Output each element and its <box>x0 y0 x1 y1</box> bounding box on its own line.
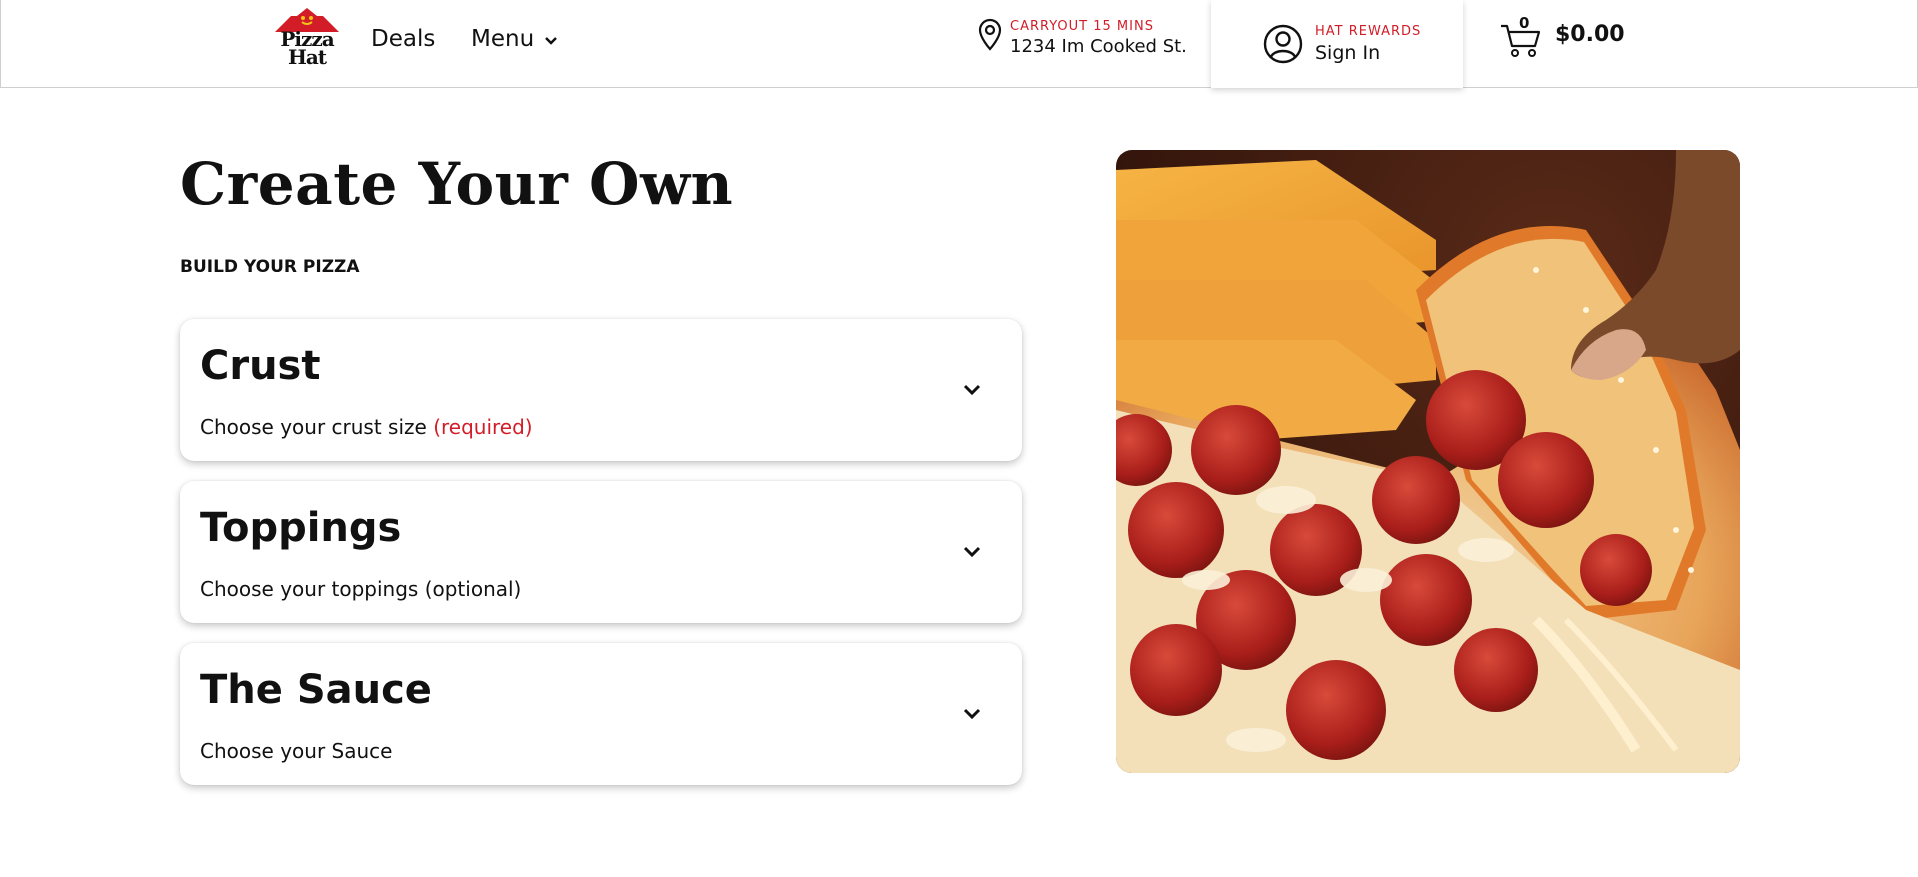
cart-total: $0.00 <box>1555 22 1625 47</box>
nav-menu-dropdown[interactable]: Menu <box>471 26 558 52</box>
crust-section-desc: Choose your crust size (required) <box>200 415 533 439</box>
location-selector[interactable]: CARRYOUT 15 MINS 1234 Im Cooked St. <box>978 18 1187 58</box>
sauce-section-title: The Sauce <box>200 667 432 713</box>
rewards-sign-in[interactable]: HAT REWARDS Sign In <box>1211 0 1463 88</box>
page-title: Create Your Own <box>180 150 734 218</box>
toppings-section-desc: Choose your toppings (optional) <box>200 577 522 601</box>
toppings-section-title: Toppings <box>200 505 402 551</box>
pepperoni-pizza-illustration <box>1116 150 1740 773</box>
required-tag: (required) <box>433 415 533 439</box>
location-pin-icon <box>978 18 1002 51</box>
page-subtitle: BUILD YOUR PIZZA <box>180 257 360 277</box>
site-header: Pizza Hat Deals Menu CARRYOUT 15 MINS 12… <box>0 0 1918 88</box>
chevron-down-icon[interactable] <box>962 707 982 721</box>
crust-desc-text: Choose your crust size <box>200 415 427 439</box>
cart-button[interactable]: 0 $0.00 <box>1499 14 1629 58</box>
crust-section[interactable]: Crust Choose your crust size (required) <box>180 319 1022 461</box>
store-address: 1234 Im Cooked St. <box>1010 36 1187 57</box>
logo-text: Pizza Hat <box>280 27 334 69</box>
order-mode-label: CARRYOUT 15 MINS <box>1010 19 1154 34</box>
nav-deals-link[interactable]: Deals <box>371 26 435 52</box>
nav-menu-label: Menu <box>471 26 535 52</box>
chevron-down-icon <box>545 37 558 45</box>
chevron-down-icon[interactable] <box>962 545 982 559</box>
chevron-down-icon[interactable] <box>962 383 982 397</box>
crust-section-title: Crust <box>200 343 321 389</box>
pizza-hero-image <box>1116 150 1740 773</box>
sauce-section[interactable]: The Sauce Choose your Sauce <box>180 643 1022 785</box>
pizza-hat-logo[interactable]: Pizza Hat <box>269 8 345 72</box>
user-icon <box>1263 24 1303 64</box>
rewards-label: HAT REWARDS <box>1315 24 1422 39</box>
cart-icon <box>1501 24 1541 57</box>
toppings-section[interactable]: Toppings Choose your toppings (optional) <box>180 481 1022 623</box>
sign-in-link[interactable]: Sign In <box>1315 41 1421 65</box>
sauce-section-desc: Choose your Sauce <box>200 739 393 763</box>
